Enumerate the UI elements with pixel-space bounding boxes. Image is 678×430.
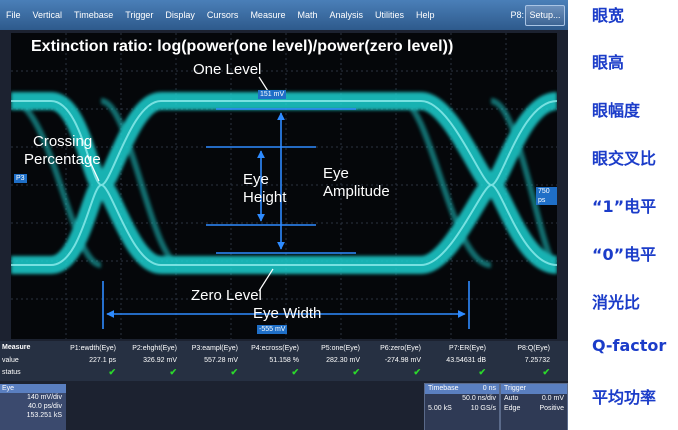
extinction-ratio-title: Extinction ratio: log(power(one level)/p… bbox=[31, 38, 454, 55]
param-p5-status-check: ✔ bbox=[352, 367, 360, 377]
zero-level-label: Zero Level bbox=[191, 287, 262, 304]
measure-panel: Measure value status P1:ewdth(Eye) 227.1… bbox=[0, 341, 568, 381]
param-p5-value: 282.30 mV bbox=[326, 357, 360, 364]
eye-diagram-display: Extinction ratio: log(power(one level)/p… bbox=[11, 33, 557, 339]
param-p4-value: 51.158 % bbox=[269, 357, 299, 364]
side-label-zero-level: “0”电平 bbox=[592, 245, 657, 264]
eye-horizontal-scale: 40.0 ps/div bbox=[28, 403, 62, 410]
param-p7-value: 43.54631 dB bbox=[446, 357, 486, 364]
crossing-label-line1: Crossing bbox=[33, 133, 93, 150]
trigger-mode: Auto bbox=[504, 395, 519, 402]
menu-utilities[interactable]: Utilities bbox=[369, 10, 410, 20]
eye-width-label: Eye Width bbox=[253, 305, 322, 322]
timebase-title: Timebase bbox=[428, 385, 459, 392]
timebase-samples: 5.00 kS bbox=[428, 405, 452, 412]
param-p7-status-check: ✔ bbox=[478, 367, 486, 377]
setup-button[interactable]: Setup... bbox=[525, 5, 565, 26]
trigger-slope: Positive bbox=[539, 405, 564, 412]
time-marker-tag: 750 ps bbox=[536, 187, 557, 205]
top-level-tag: 151 mV bbox=[258, 90, 287, 99]
param-p2-value: 326.92 mV bbox=[143, 357, 177, 364]
param-p7-name[interactable]: P7:ER(Eye) bbox=[426, 345, 486, 352]
param-p5-name[interactable]: P5:one(Eye) bbox=[300, 345, 360, 352]
param-p8-value: 7.25732 bbox=[524, 357, 550, 364]
param-p1-name[interactable]: P1:ewdth(Eye) bbox=[56, 345, 116, 352]
menu-help[interactable]: Help bbox=[410, 10, 441, 20]
eye-diagram-graphic bbox=[11, 33, 557, 339]
param-p8-status-check: ✔ bbox=[542, 367, 550, 377]
trigger-title: Trigger bbox=[504, 385, 526, 392]
param-p2-status-check: ✔ bbox=[169, 367, 177, 377]
timebase-delay: 0 ns bbox=[482, 385, 496, 392]
side-label-one-level: “1”电平 bbox=[592, 197, 657, 216]
side-label-average-power: 平均功率 bbox=[592, 388, 657, 407]
status-row-label: status bbox=[2, 369, 21, 376]
menu-measure[interactable]: Measure bbox=[244, 10, 291, 20]
eye-traces bbox=[11, 92, 557, 274]
eye-sample-count: 153.251 kS bbox=[26, 412, 62, 419]
trigger-type: Edge bbox=[504, 405, 521, 412]
bottom-level-tag: -555 mV bbox=[257, 325, 288, 334]
menu-analysis[interactable]: Analysis bbox=[323, 10, 369, 20]
one-level-label: One Level bbox=[193, 61, 262, 78]
timebase-sample-rate: 10 GS/s bbox=[470, 405, 496, 412]
param-p1-value: 227.1 ps bbox=[89, 357, 116, 364]
param-p4-status-check: ✔ bbox=[291, 367, 299, 377]
side-label-q-factor: Q-factor bbox=[592, 336, 667, 355]
side-label-eye-amplitude: 眼幅度 bbox=[592, 101, 641, 120]
param-p6-name[interactable]: P6:zero(Eye) bbox=[361, 345, 421, 352]
side-label-extinction-ratio: 消光比 bbox=[592, 293, 641, 312]
menu-display[interactable]: Display bbox=[159, 10, 201, 20]
eye-height-label-line2: Height bbox=[243, 189, 287, 206]
timebase-scale: 50.0 ns/div bbox=[462, 395, 496, 402]
param-p1-status-check: ✔ bbox=[108, 367, 116, 377]
eye-amplitude-label-line1: Eye bbox=[323, 165, 349, 182]
eye-trace-descriptor[interactable]: Eye 140 mV/div 40.0 ps/div 153.251 kS bbox=[0, 384, 66, 430]
timebase-descriptor[interactable]: Timebase 0 ns 50.0 ns/div 5.00 kS 10 GS/… bbox=[424, 383, 500, 430]
crossing-label-line2: Percentage bbox=[24, 151, 101, 168]
side-label-eye-width: 眼宽 bbox=[592, 6, 625, 25]
eye-trace-title: Eye bbox=[0, 384, 66, 393]
status-area: Eye 140 mV/div 40.0 ps/div 153.251 kS Ti… bbox=[0, 381, 568, 430]
trigger-descriptor[interactable]: Trigger Auto 0.0 mV Edge Positive bbox=[500, 383, 568, 430]
param-p6-status-check: ✔ bbox=[413, 367, 421, 377]
menu-file[interactable]: File bbox=[0, 10, 27, 20]
oscilloscope-window: File Vertical Timebase Trigger Display C… bbox=[0, 0, 568, 430]
param-p8-name[interactable]: P8:Q(Eye) bbox=[490, 345, 550, 352]
side-label-eye-height: 眼高 bbox=[592, 53, 625, 72]
param-p6-value: -274.98 mV bbox=[384, 357, 421, 364]
menu-trigger[interactable]: Trigger bbox=[119, 10, 159, 20]
channel-marker-tag: P3 bbox=[14, 174, 27, 183]
value-row-label: value bbox=[2, 357, 19, 364]
menu-timebase[interactable]: Timebase bbox=[68, 10, 119, 20]
menu-math[interactable]: Math bbox=[291, 10, 323, 20]
param-p3-value: 557.28 mV bbox=[204, 357, 238, 364]
param-p4-name[interactable]: P4:ecross(Eye) bbox=[239, 345, 299, 352]
menu-vertical[interactable]: Vertical bbox=[27, 10, 69, 20]
eye-vertical-scale: 140 mV/div bbox=[26, 394, 62, 401]
eye-amplitude-label-line2: Amplitude bbox=[323, 183, 390, 200]
param-p2-name[interactable]: P2:ehght(Eye) bbox=[117, 345, 177, 352]
param-p3-name[interactable]: P3:eampl(Eye) bbox=[178, 345, 238, 352]
menu-bar: File Vertical Timebase Trigger Display C… bbox=[0, 0, 568, 30]
param-p3-status-check: ✔ bbox=[230, 367, 238, 377]
parameter-indicator: P8: bbox=[510, 10, 524, 20]
measure-title: Measure bbox=[2, 344, 31, 351]
menu-cursors[interactable]: Cursors bbox=[201, 10, 245, 20]
side-label-eye-crossing: 眼交叉比 bbox=[592, 149, 657, 168]
eye-height-label-line1: Eye bbox=[243, 171, 269, 188]
trigger-level: 0.0 mV bbox=[541, 395, 564, 402]
